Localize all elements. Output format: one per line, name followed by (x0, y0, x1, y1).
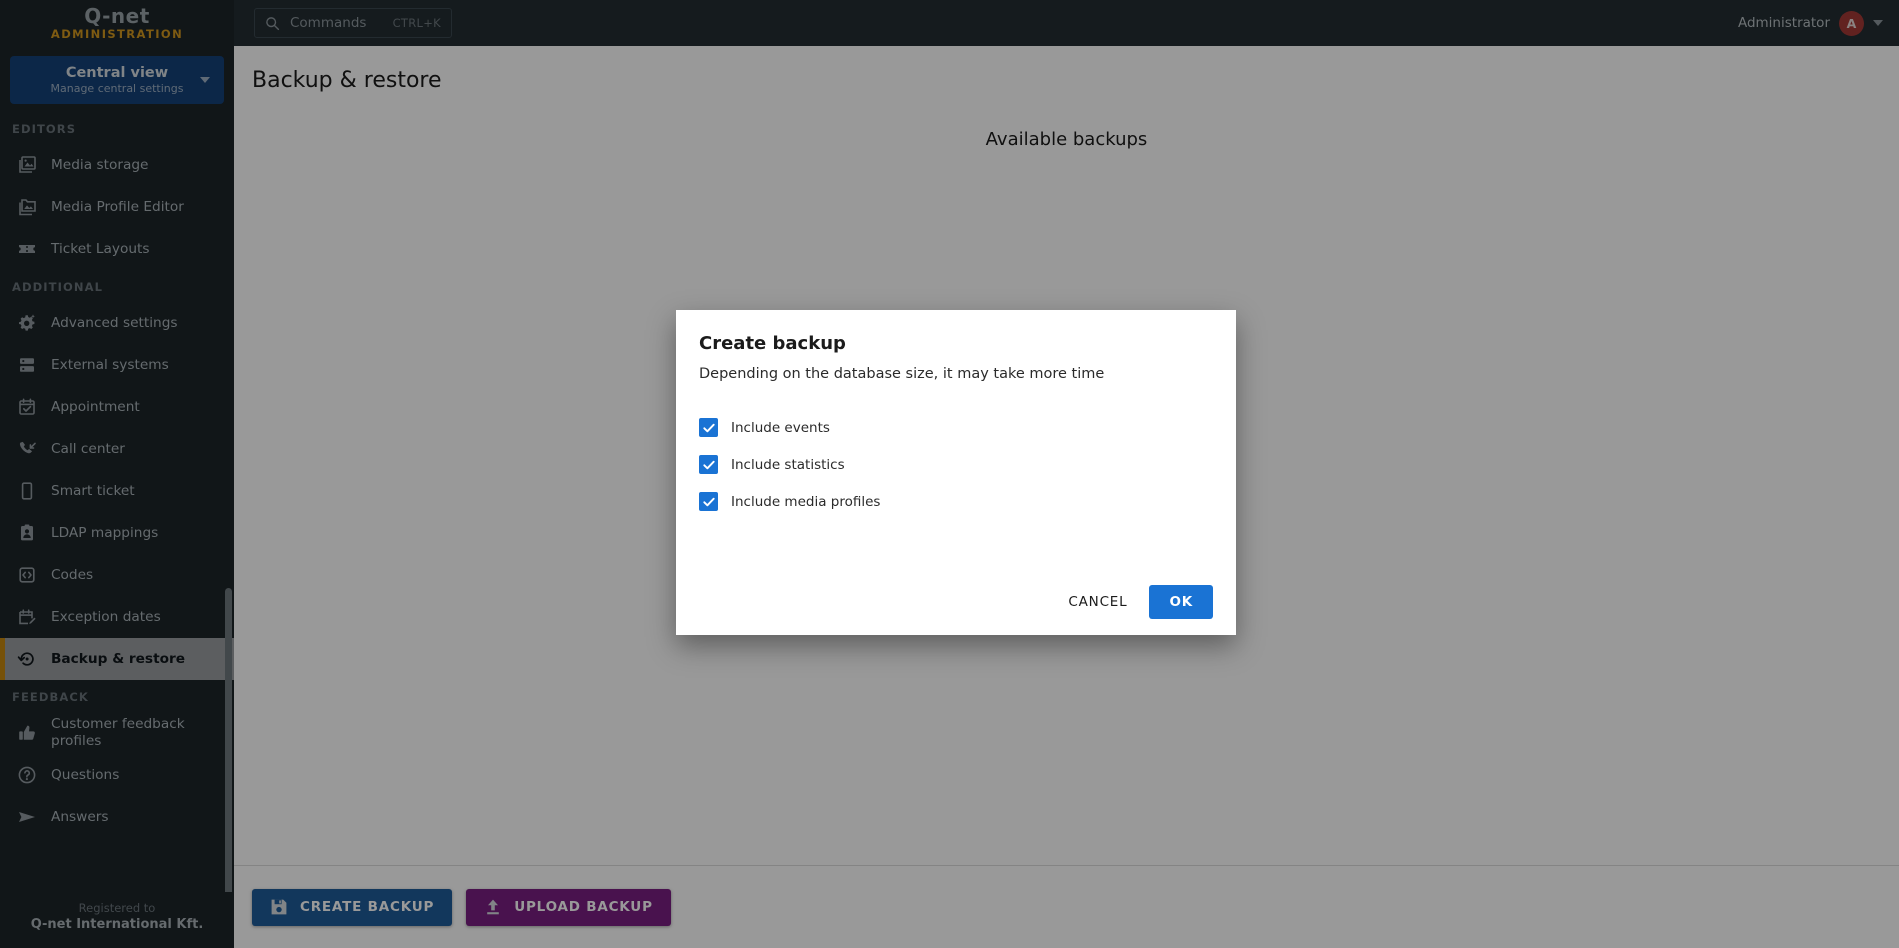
checkbox-row-include-events[interactable]: Include events (699, 418, 1213, 437)
check-icon (702, 423, 715, 432)
create-backup-dialog: Create backup Depending on the database … (676, 310, 1236, 635)
dialog-options-list: Include events Include statistics Includ… (699, 418, 1213, 511)
dialog-subtitle: Depending on the database size, it may t… (699, 366, 1105, 382)
checkbox-label: Include media profiles (731, 493, 881, 510)
checkbox-row-include-media-profiles[interactable]: Include media profiles (699, 492, 1213, 511)
checkbox-checked-icon[interactable] (699, 455, 718, 474)
checkbox-row-include-statistics[interactable]: Include statistics (699, 455, 1213, 474)
checkbox-checked-icon[interactable] (699, 418, 718, 437)
checkbox-label: Include statistics (731, 456, 845, 473)
check-icon (702, 497, 715, 506)
dialog-title: Create backup (699, 333, 846, 354)
cancel-button[interactable]: CANCEL (1062, 586, 1133, 618)
ok-button[interactable]: OK (1149, 585, 1213, 619)
checkbox-checked-icon[interactable] (699, 492, 718, 511)
application-root: Q-net ADMINISTRATION Commands CTRL+K Adm… (0, 0, 1899, 948)
dialog-action-bar: CANCEL OK (699, 585, 1213, 619)
checkbox-label: Include events (731, 419, 830, 436)
check-icon (702, 460, 715, 469)
